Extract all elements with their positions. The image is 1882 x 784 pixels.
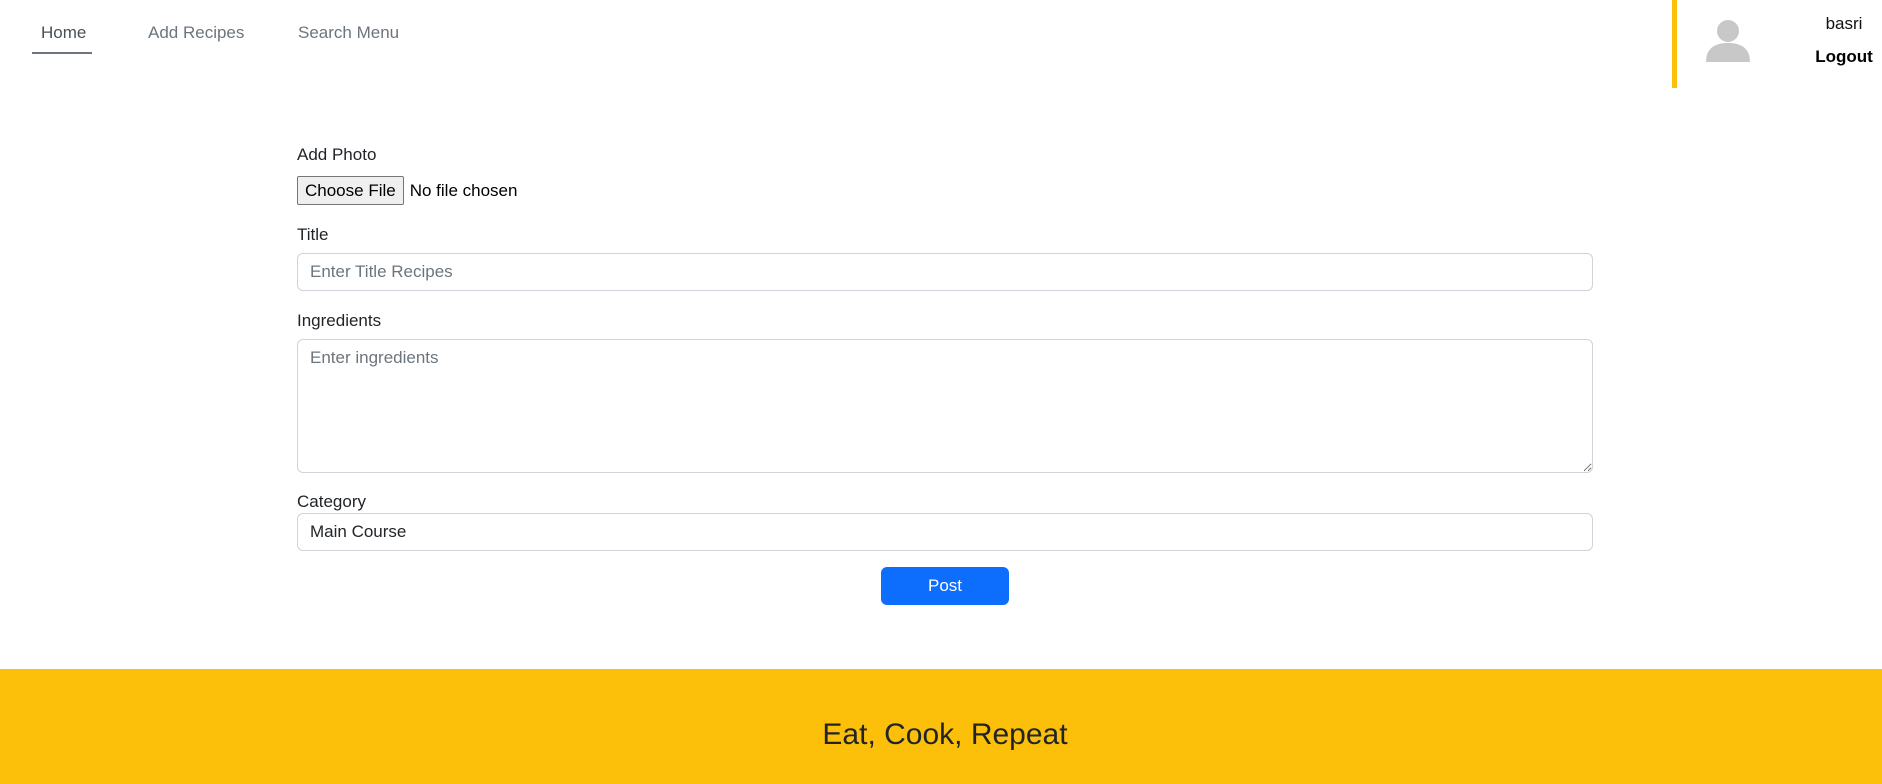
nav-home[interactable]: Home (41, 22, 86, 44)
user-silhouette-icon (1705, 18, 1751, 62)
ingredients-textarea[interactable] (297, 339, 1593, 473)
nav-home-active-indicator (32, 52, 92, 54)
profile-box: basri Logout (1672, 0, 1882, 88)
choose-file-button[interactable]: Choose File (297, 176, 404, 205)
nav-search-menu[interactable]: Search Menu (298, 22, 399, 44)
post-button[interactable]: Post (881, 567, 1009, 605)
footer: Eat, Cook, Repeat (0, 669, 1882, 784)
category-select[interactable]: Main Course (297, 513, 1593, 551)
username: basri (1825, 14, 1863, 33)
category-label: Category (297, 492, 366, 511)
file-status-text: No file chosen (409, 180, 518, 200)
ingredients-label: Ingredients (297, 311, 382, 330)
top-nav: Home Add Recipes Search Menu basri Logou… (0, 0, 1882, 90)
title-label: Title (297, 225, 329, 244)
nav-add-recipes[interactable]: Add Recipes (148, 22, 244, 44)
title-input[interactable] (297, 253, 1593, 291)
page: Home Add Recipes Search Menu basri Logou… (0, 0, 1882, 784)
category-selected-value: Main Course (310, 522, 407, 541)
logout-link[interactable]: Logout (1804, 46, 1882, 68)
footer-tagline: Eat, Cook, Repeat (822, 718, 1068, 751)
file-input: Choose File No file chosen (297, 176, 517, 205)
add-photo-label: Add Photo (297, 145, 377, 164)
